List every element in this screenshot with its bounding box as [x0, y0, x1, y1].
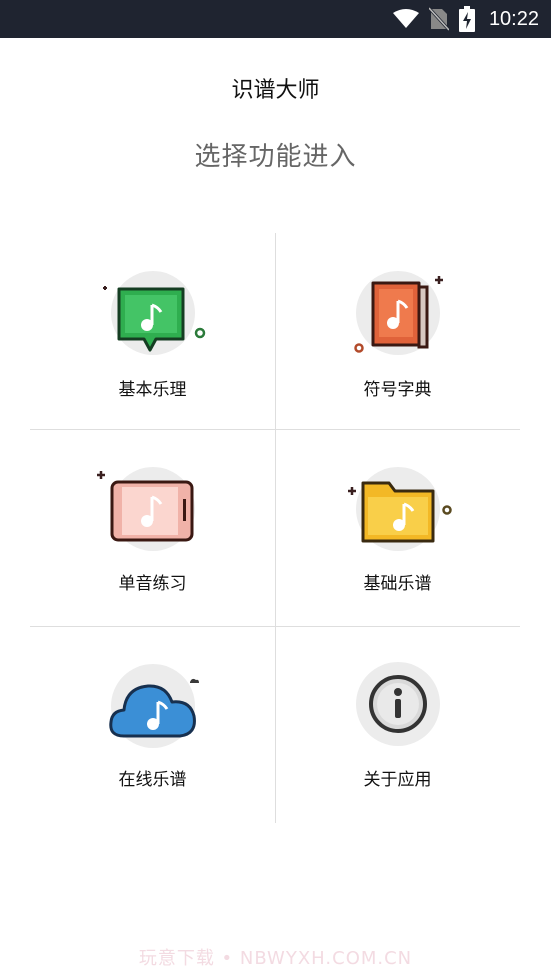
menu-item-label: 关于应用 [363, 770, 432, 790]
menu-item-label: 基础乐谱 [363, 574, 432, 594]
wifi-icon [392, 9, 419, 28]
app-bar: 识谱大师 [0, 38, 551, 134]
app-title: 识谱大师 [231, 78, 320, 103]
watermark: 玩意下载 • NBWYXH.COM.CN [138, 948, 413, 969]
music-book-icon [354, 276, 443, 353]
info-icon [369, 675, 427, 733]
folder-music-icon [348, 481, 452, 543]
feature-grid: 基本乐理 符号字典 单音练习 基础乐谱 在线乐谱 关于应用 [30, 233, 520, 823]
status-icons: 10:22 [392, 0, 539, 38]
menu-item-label: 在线乐谱 [118, 770, 187, 790]
status-bar: 10:22 [0, 0, 551, 38]
menu-item-single-tone-practice[interactable]: 单音练习 [30, 429, 275, 625]
menu-item-symbol-dictionary[interactable]: 符号字典 [275, 233, 520, 429]
cloud-music-icon [109, 678, 199, 738]
menu-item-basic-scores[interactable]: 基础乐谱 [275, 429, 520, 625]
battery-charging-icon [458, 6, 475, 32]
status-time: 10:22 [488, 7, 539, 30]
speech-bubble-music-icon [103, 286, 206, 352]
menu-item-online-scores[interactable]: 在线乐谱 [30, 626, 275, 822]
no-sim-icon [428, 7, 449, 31]
menu-item-label: 单音练习 [118, 574, 187, 594]
menu-item-label: 符号字典 [363, 380, 432, 400]
menu-item-label: 基本乐理 [118, 380, 187, 400]
menu-item-basic-theory[interactable]: 基本乐理 [30, 233, 275, 429]
tablet-music-icon [97, 471, 194, 542]
menu-item-about[interactable]: 关于应用 [275, 626, 520, 822]
page-subtitle: 选择功能进入 [194, 142, 357, 172]
